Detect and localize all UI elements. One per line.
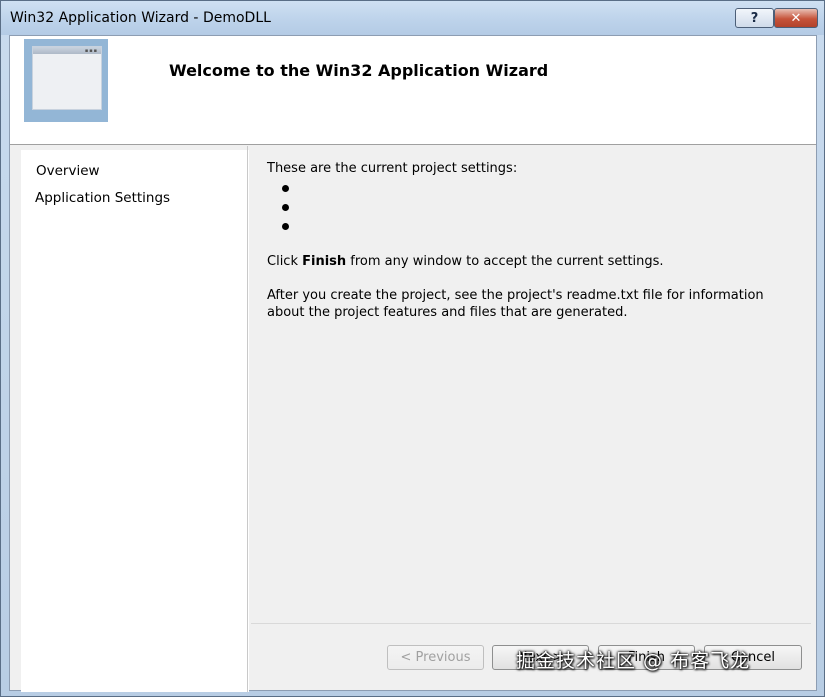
readme-info-line2: about the project features and files tha…	[267, 305, 628, 320]
help-button[interactable]: ?	[735, 8, 774, 28]
nav-item-overview[interactable]: Overview	[36, 163, 100, 179]
nav-item-application-settings[interactable]: Application Settings	[35, 190, 170, 206]
settings-intro: These are the current project settings:	[267, 161, 518, 176]
window-title: Win32 Application Wizard - DemoDLL	[10, 10, 271, 26]
watermark: 掘金技术社区 @ 布客飞龙	[516, 650, 751, 672]
settings-bullet	[282, 223, 289, 230]
settings-bullet	[282, 185, 289, 192]
nav-divider	[247, 146, 248, 692]
close-icon: ✕	[790, 10, 802, 26]
wizard-nav: Overview Application Settings	[21, 150, 249, 692]
wizard-header: ▪▪▪ Welcome to the Win32 Application Wiz…	[10, 36, 816, 145]
wizard-title: Welcome to the Win32 Application Wizard	[169, 61, 549, 80]
wizard-content: These are the current project settings: …	[251, 144, 811, 624]
wizard-window: Win32 Application Wizard - DemoDLL ? ✕ ▪…	[0, 0, 825, 697]
help-icon: ?	[750, 10, 759, 26]
wizard-client-area: ▪▪▪ Welcome to the Win32 Application Wiz…	[9, 35, 817, 692]
window-graphic-icon: ▪▪▪	[24, 39, 108, 122]
close-button[interactable]: ✕	[774, 8, 818, 28]
readme-info-line1: After you create the project, see the pr…	[267, 288, 764, 303]
settings-bullet	[282, 204, 289, 211]
finish-instruction: Click Finish from any window to accept t…	[267, 254, 664, 269]
title-bar[interactable]: Win32 Application Wizard - DemoDLL ? ✕	[1, 1, 824, 35]
footer-divider	[251, 623, 811, 624]
previous-button[interactable]: < Previous	[387, 645, 484, 670]
